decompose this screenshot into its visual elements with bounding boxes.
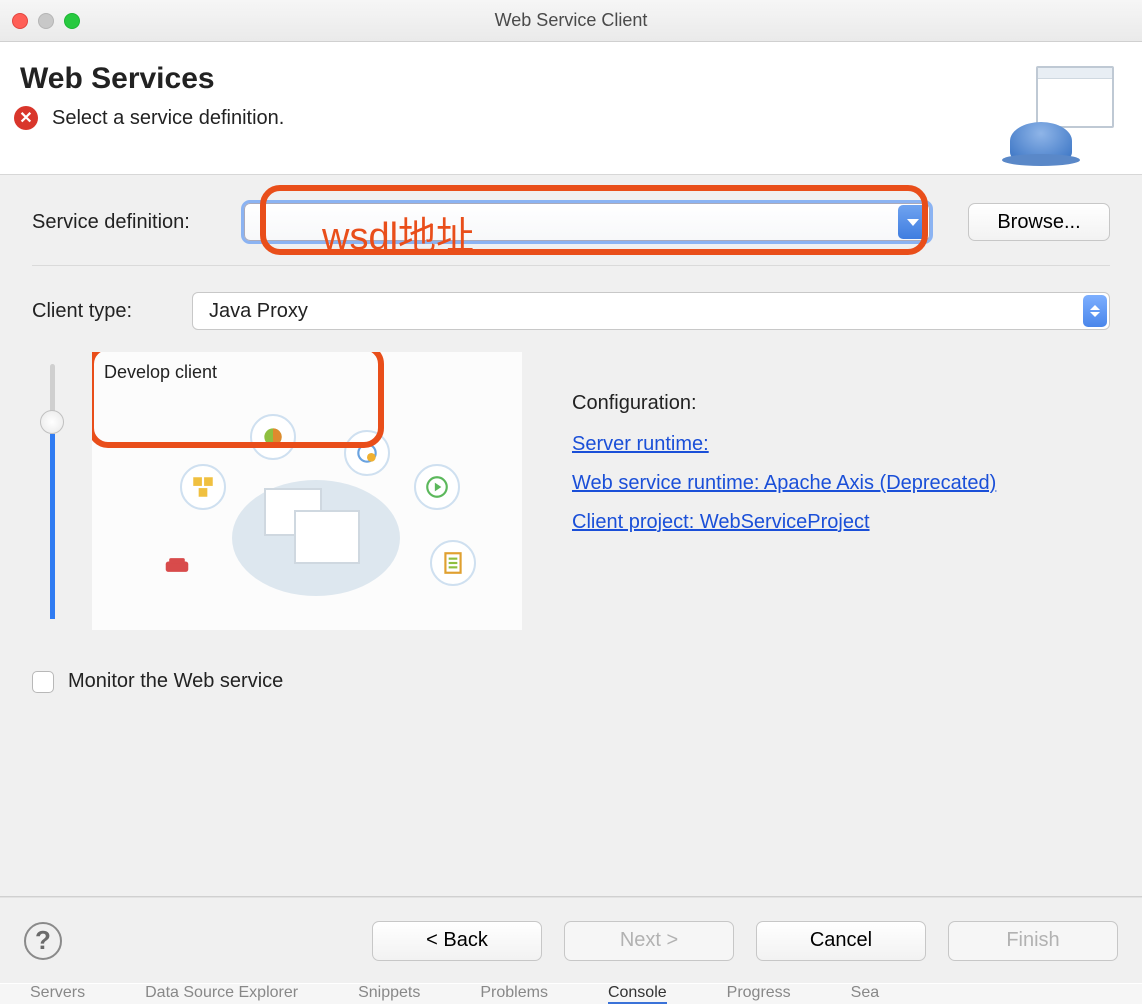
titlebar: Web Service Client (0, 0, 1142, 42)
wizard-content: Service definition: Browse... wsdl地址 Cli… (0, 175, 1142, 897)
slider-thumb[interactable] (40, 410, 64, 434)
wizard-footer: ? < Back Next > Cancel Finish (0, 897, 1142, 983)
diagram-node-icon (154, 542, 200, 588)
tab-data-source-explorer[interactable]: Data Source Explorer (145, 984, 298, 1004)
client-diagram: Develop client (92, 352, 522, 630)
finish-button[interactable]: Finish (948, 921, 1118, 961)
configuration-heading: Configuration: (572, 392, 996, 415)
monitor-checkbox[interactable] (32, 671, 54, 693)
ws-runtime-link[interactable]: Web service runtime: Apache Axis (Deprec… (572, 472, 996, 495)
wizard-banner-icon (1004, 62, 1114, 162)
page-title: Web Services (20, 62, 284, 96)
cancel-button[interactable]: Cancel (756, 921, 926, 961)
server-runtime-link[interactable]: Server runtime: (572, 433, 996, 456)
bottom-tabs-strip: Servers Data Source Explorer Snippets Pr… (0, 984, 1142, 1004)
tab-progress[interactable]: Progress (727, 984, 791, 1004)
service-definition-input[interactable] (244, 203, 930, 241)
tab-snippets[interactable]: Snippets (358, 984, 420, 1004)
help-button[interactable]: ? (24, 922, 62, 960)
tab-console[interactable]: Console (608, 984, 667, 1004)
divider (32, 265, 1110, 266)
tab-servers[interactable]: Servers (30, 984, 85, 1004)
tab-search[interactable]: Sea (851, 984, 879, 1004)
client-project-link[interactable]: Client project: WebServiceProject (572, 511, 996, 534)
client-type-dropdown-arrow[interactable] (1083, 295, 1107, 327)
diagram-node-icon (250, 414, 296, 460)
monitor-label: Monitor the Web service (68, 670, 283, 693)
next-button[interactable]: Next > (564, 921, 734, 961)
service-definition-dropdown-arrow[interactable] (898, 205, 928, 239)
client-level-slider[interactable] (50, 364, 55, 619)
client-type-value: Java Proxy (209, 300, 308, 323)
client-type-label: Client type: (32, 300, 172, 323)
diagram-node-icon (414, 464, 460, 510)
back-button[interactable]: < Back (372, 921, 542, 961)
header-message: Select a service definition. (52, 107, 284, 130)
tab-problems[interactable]: Problems (480, 984, 548, 1004)
diagram-node-icon (430, 540, 476, 586)
browse-button[interactable]: Browse... (968, 203, 1110, 241)
client-type-select[interactable]: Java Proxy (192, 292, 1110, 330)
wizard-header: Web Services ✕ Select a service definiti… (0, 42, 1142, 175)
diagram-node-icon (180, 464, 226, 510)
slider-level-label: Develop client (104, 362, 217, 383)
diagram-node-icon (344, 430, 390, 476)
service-definition-label: Service definition: (32, 211, 232, 234)
error-icon: ✕ (14, 106, 38, 130)
window-title: Web Service Client (0, 10, 1142, 31)
